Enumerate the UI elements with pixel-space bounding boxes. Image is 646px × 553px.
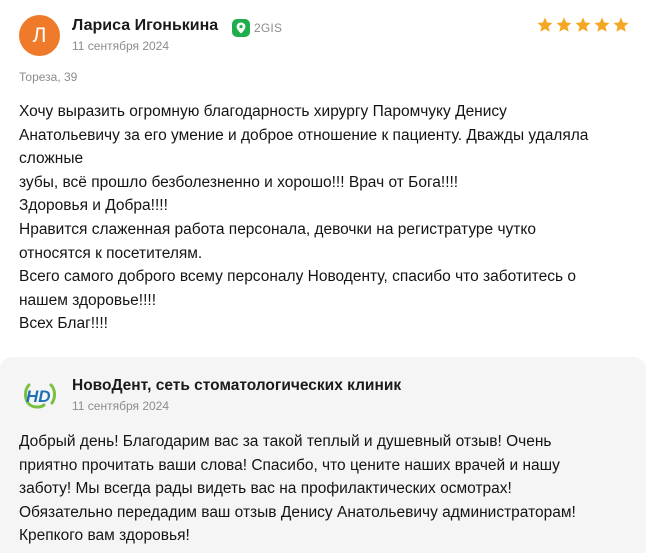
review-text-line: относятся к посетителям. bbox=[19, 244, 203, 262]
reply-text-line: заботу! Мы всегда рады видеть вас на про… bbox=[19, 480, 512, 498]
2gis-pin-icon bbox=[232, 19, 250, 37]
review-text-line: нашем здоровье!!!! bbox=[19, 291, 157, 309]
organization-reply: HD НовоДент, сеть стоматологических клин… bbox=[0, 357, 646, 553]
review-text-line: Всего самого доброго всему персоналу Нов… bbox=[19, 268, 576, 286]
rating-stars bbox=[536, 16, 630, 34]
star-icon bbox=[594, 17, 610, 32]
reply-text: Добрый день! Благодарим вас за такой теп… bbox=[19, 430, 629, 548]
review-text-line: Хочу выразить огромную благодарность хир… bbox=[19, 103, 507, 120]
reply-text-line: Крепкого вам здоровья! bbox=[19, 527, 190, 545]
review-text-line: Всех Благ!!!! bbox=[19, 315, 108, 333]
reply-text-line: Обязательно передадим ваш отзыв Денису А… bbox=[19, 503, 576, 521]
star-icon bbox=[613, 17, 629, 32]
author-name[interactable]: Лариса Игонькина bbox=[72, 17, 218, 35]
source-label: 2GIS bbox=[254, 21, 283, 35]
svg-text:HD: HD bbox=[26, 387, 51, 406]
review-text-line: Анатольевичу за его умение и доброе отно… bbox=[19, 126, 589, 144]
reply-text-line: Добрый день! Благодарим вас за такой теп… bbox=[19, 433, 552, 450]
star-icon bbox=[575, 17, 591, 32]
star-icon bbox=[556, 17, 572, 32]
reply-date: 11 сентября 2024 bbox=[72, 399, 170, 413]
review-text-line: Здоровья и Добра!!!! bbox=[19, 197, 168, 215]
reply-text-line: приятно прочитать ваши слова! Спасибо, ч… bbox=[19, 456, 560, 474]
review-location: Тореза, 39 bbox=[19, 70, 78, 84]
star-icon bbox=[537, 17, 553, 32]
avatar[interactable]: Л bbox=[19, 15, 60, 56]
review-text-line: зубы, всё прошло безболезненно и хорошо!… bbox=[19, 173, 459, 191]
review-text: Хочу выразить огромную благодарность хир… bbox=[19, 100, 629, 336]
review-text-line: Нравится слаженная работа персонала, дев… bbox=[19, 220, 536, 238]
organization-name[interactable]: НовоДент, сеть стоматологических клиник bbox=[72, 377, 401, 395]
novodent-logo-icon: HD bbox=[21, 379, 59, 411]
review-date: 11 сентября 2024 bbox=[72, 39, 170, 53]
review-text-line: сложные bbox=[19, 150, 84, 168]
source-badge: 2GIS bbox=[232, 19, 282, 37]
